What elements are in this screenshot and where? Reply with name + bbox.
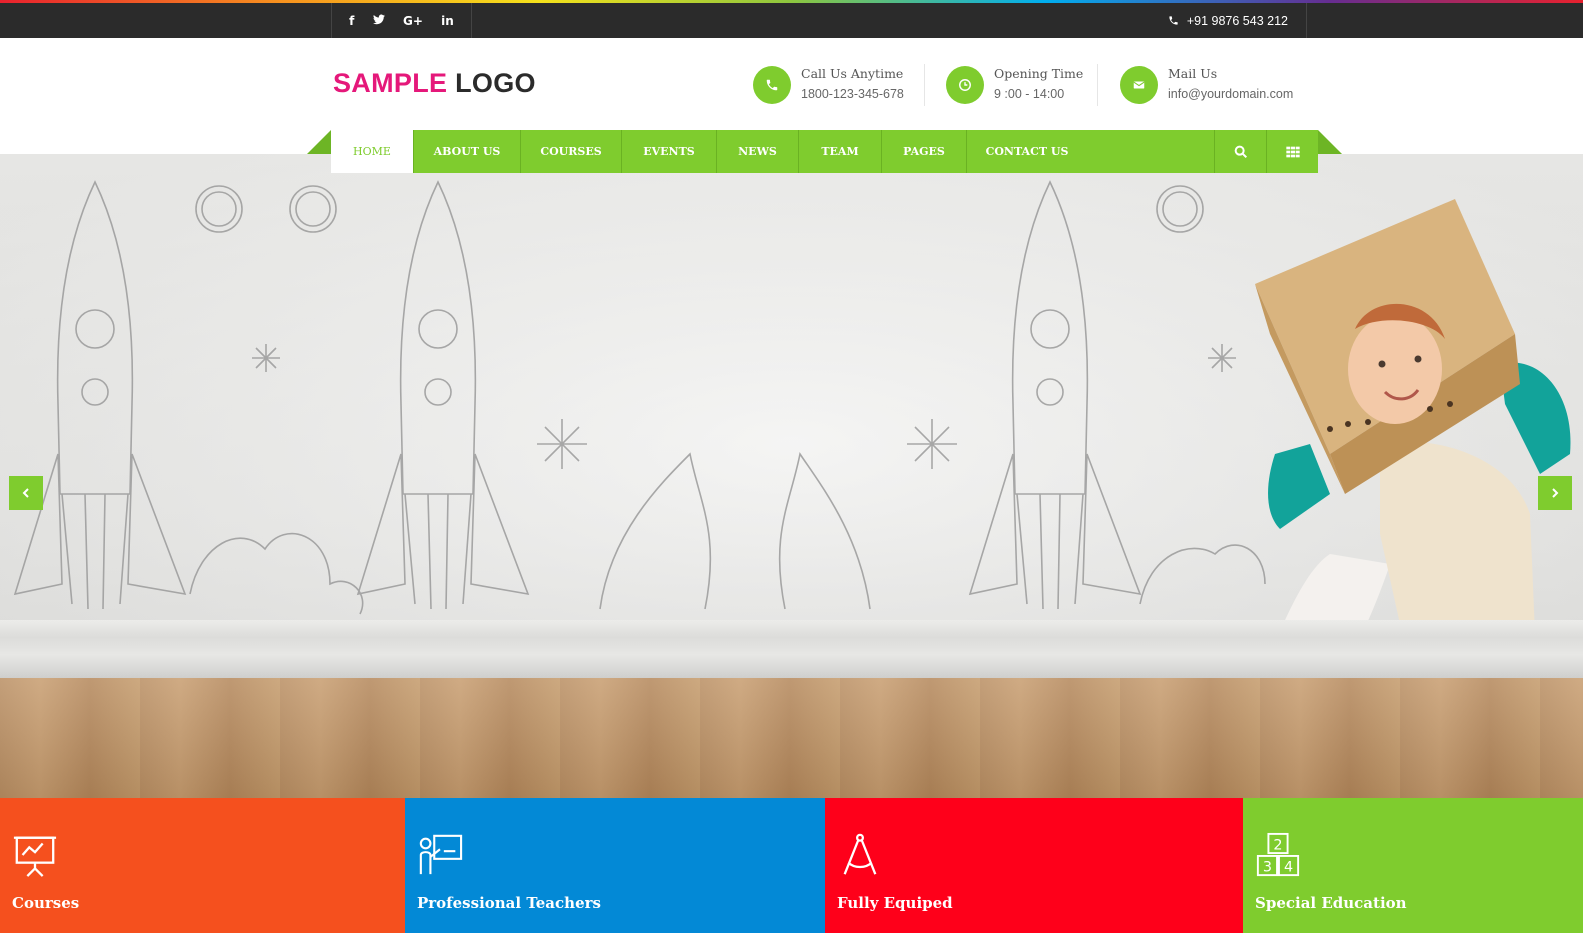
topbar-phone[interactable]: +91 9876 543 212 — [1168, 3, 1307, 38]
social-links: f G+ in — [331, 3, 472, 38]
contact-call-value[interactable]: 1800-123-345-678 — [801, 83, 904, 105]
linkedin-icon[interactable]: in — [441, 14, 454, 28]
tile-courses-label: Courses — [12, 894, 80, 912]
nav-team[interactable]: TEAM — [799, 130, 882, 173]
contact-mail-value[interactable]: info@yourdomain.com — [1168, 83, 1293, 105]
topbar-phone-number: +91 9876 543 212 — [1186, 13, 1288, 28]
phone-icon — [1169, 16, 1178, 25]
nav-pages[interactable]: PAGES — [882, 130, 967, 173]
phone-icon — [753, 66, 791, 104]
nav-about-us[interactable]: ABOUT US — [414, 130, 521, 173]
contact-opening-title: Opening Time — [994, 66, 1084, 81]
chevron-right-icon — [1552, 488, 1559, 498]
logo-text-logo: LOGO — [455, 68, 536, 98]
feature-tiles: Courses Professional Teachers Fully Equi… — [0, 798, 1583, 933]
search-icon — [1234, 145, 1247, 158]
grid-icon — [1285, 146, 1300, 157]
twitter-icon[interactable] — [372, 14, 385, 28]
clock-icon — [946, 66, 984, 104]
tile-courses[interactable]: Courses — [0, 798, 405, 933]
nav-tools — [1214, 130, 1318, 173]
main-nav: HOME ABOUT US COURSES EVENTS NEWS TEAM P… — [331, 130, 1318, 173]
number-blocks-icon: 23 4 — [1256, 832, 1300, 877]
nav-home[interactable]: HOME — [331, 130, 414, 173]
nav-courses[interactable]: COURSES — [521, 130, 622, 173]
svg-text:2: 2 — [1273, 837, 1282, 853]
tile-fully-equiped[interactable]: Fully Equiped — [825, 798, 1243, 933]
contact-call: Call Us Anytime 1800-123-345-678 — [753, 64, 904, 106]
contact-mail-title: Mail Us — [1168, 66, 1218, 81]
tile-fully-equiped-label: Fully Equiped — [837, 894, 953, 912]
contact-opening-value: 9 :00 - 14:00 — [994, 87, 1065, 101]
tile-special-education[interactable]: 234 Special Education — [1243, 798, 1583, 933]
logo-text-sample: SAMPLE — [333, 68, 448, 98]
tile-professional-teachers-label: Professional Teachers — [417, 894, 601, 912]
tile-professional-teachers[interactable]: Professional Teachers — [405, 798, 825, 933]
site-logo[interactable]: SAMPLE LOGO — [333, 68, 536, 99]
facebook-icon[interactable]: f — [349, 14, 354, 28]
top-bar: f G+ in +91 9876 543 212 — [0, 3, 1583, 38]
compass-icon — [843, 833, 877, 875]
nav-news[interactable]: NEWS — [717, 130, 799, 173]
slider-prev-button[interactable] — [9, 476, 43, 510]
nav-contact-us[interactable]: CONTACT US — [967, 130, 1087, 173]
hero-wood-floor — [0, 678, 1583, 798]
nav-events[interactable]: EVENTS — [622, 130, 717, 173]
contact-mail: Mail Us info@yourdomain.com — [1120, 64, 1293, 106]
svg-text:4: 4 — [1284, 859, 1293, 875]
grid-menu-button[interactable] — [1266, 130, 1318, 173]
chevron-left-icon — [22, 488, 29, 498]
mail-icon — [1120, 66, 1158, 104]
contact-opening: Opening Time 9 :00 - 14:00 — [946, 64, 1083, 106]
slider-next-button[interactable] — [1538, 476, 1572, 510]
svg-text:3: 3 — [1263, 859, 1272, 875]
hero-slider — [0, 154, 1583, 798]
header-divider — [924, 64, 925, 106]
contact-call-title: Call Us Anytime — [801, 66, 904, 81]
nav-wing-right — [1318, 130, 1342, 154]
search-button[interactable] — [1214, 130, 1266, 173]
teacher-board-icon — [419, 834, 463, 875]
hero-baseboard — [0, 620, 1583, 678]
presentation-board-icon — [13, 836, 57, 877]
header-divider — [1097, 64, 1098, 106]
nav-wing-left — [307, 130, 331, 154]
tile-special-education-label: Special Education — [1255, 894, 1407, 912]
twitter-bird-icon — [372, 14, 385, 24]
google-plus-icon[interactable]: G+ — [403, 14, 423, 28]
